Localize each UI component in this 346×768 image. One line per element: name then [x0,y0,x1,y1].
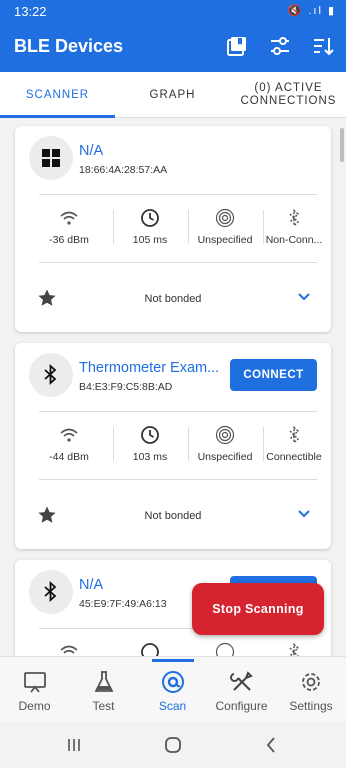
bluetooth-icon [44,581,57,603]
device-avatar [29,353,73,397]
connect-button[interactable]: CONNECT [230,359,317,391]
tools-icon [229,671,253,691]
metric-interval [114,642,186,656]
signal-icon [60,211,78,225]
nav-item-label: Demo [18,699,51,713]
interval-value: 105 ms [132,234,168,246]
divider [39,262,317,263]
tx-power-icon [215,642,235,656]
device-list[interactable]: N/A 18:66:4A:28:57:AA -36 dBm 105 ms Uns… [0,118,346,656]
sort-icon[interactable] [311,34,335,58]
tab-bar: SCANNER GRAPH (0) ACTIVE CONNECTIONS [0,72,346,118]
device-name: N/A [79,577,104,593]
chevron-down-icon[interactable] [297,509,311,519]
rssi-value: -44 dBm [49,451,89,463]
connectable-value: Non-Conn... [265,234,323,246]
clock-icon [141,643,159,656]
divider [39,479,317,480]
metric-connectable [264,642,324,656]
metric-tx-power: Unspecified [189,425,261,465]
nav-item-settings[interactable]: Settings [276,657,346,723]
tab-graph[interactable]: GRAPH [115,72,230,118]
device-card[interactable]: Thermometer Exam... B4:E3:F9:C5:8B:AD CO… [15,343,331,549]
system-navigation-bar [0,722,346,768]
nav-item-demo[interactable]: Demo [0,657,69,723]
monitor-icon [23,672,46,693]
metric-rssi: -36 dBm [33,208,105,248]
device-name: N/A [79,143,104,159]
clock-icon [141,426,159,444]
recents-icon[interactable] [64,735,84,755]
signal-icon [60,645,78,654]
app-bar: BLE Devices [0,22,346,72]
chevron-down-icon[interactable] [297,292,311,302]
connectable-value: Connectible [266,451,322,463]
nav-item-label: Test [92,699,115,713]
bottom-navigation: Demo Test Scan Configure Settings [0,656,346,722]
device-name: Thermometer Exam... [79,360,220,376]
metric-tx-power [189,642,261,656]
rssi-value: -36 dBm [49,234,89,246]
clock-icon [141,209,159,227]
tab-scanner-label: SCANNER [25,88,90,101]
metric-interval: 105 ms [114,208,186,248]
signal-icon [60,428,78,442]
divider [39,411,317,412]
scrollbar[interactable] [340,128,344,162]
device-metrics [33,642,323,656]
tx-power-icon [215,425,235,445]
scan-icon [161,671,184,693]
nav-item-test[interactable]: Test [69,657,138,723]
metric-connectable: Connectible [264,425,324,465]
status-bar: 13:22 🔇 .ıl ▮ [0,0,346,22]
device-mac-address: 18:66:4A:28:57:AA [79,164,168,176]
metric-rssi: -44 dBm [33,425,105,465]
tx-power-value: Unspecified [197,451,253,463]
device-mac-address: B4:E3:F9:C5:8B:AD [79,381,173,393]
tx-power-icon [215,208,235,228]
interval-value: 103 ms [132,451,168,463]
device-metrics: -36 dBm 105 ms Unspecified Non-Conn... [33,208,323,248]
metric-interval: 103 ms [114,425,186,465]
device-metrics: -44 dBm 103 ms Unspecified Connectible [33,425,323,465]
bond-status: Not bonded [144,510,202,522]
home-icon[interactable] [163,735,183,755]
nav-item-label: Settings [289,699,333,713]
metric-connectable: Non-Conn... [264,208,324,248]
tab-active-connections[interactable]: (0) ACTIVE CONNECTIONS [231,72,346,118]
bluetooth-icon [44,364,57,386]
bluetooth-connect-icon [289,425,300,445]
back-icon[interactable] [262,735,282,755]
bookmarks-icon[interactable] [226,34,250,58]
tab-scanner[interactable]: SCANNER [0,72,115,118]
page-title: BLE Devices [14,36,124,56]
tx-power-value: Unspecified [197,234,253,246]
tab-graph-label: GRAPH [149,88,196,101]
bluetooth-connect-icon [289,642,300,656]
device-card[interactable]: N/A 18:66:4A:28:57:AA -36 dBm 105 ms Uns… [15,126,331,332]
status-time: 13:22 [14,4,47,19]
flask-icon [94,671,113,692]
tab-active-connections-label: (0) ACTIVE CONNECTIONS [240,82,337,107]
status-icons: 🔇 .ıl ▮ [287,5,336,17]
filter-icon[interactable] [268,34,292,58]
windows-icon [42,149,60,167]
device-mac-address: 45:E9:7F:49:A6:13 [79,598,167,610]
nav-item-label: Scan [158,699,187,713]
stop-scanning-button[interactable]: Stop Scanning [192,583,324,635]
nav-item-scan[interactable]: Scan [138,657,207,723]
metric-rssi [33,642,105,656]
metric-tx-power: Unspecified [189,208,261,248]
bond-status: Not bonded [144,293,202,305]
device-avatar [29,136,73,180]
divider [39,194,317,195]
gear-icon [302,673,320,691]
nav-item-configure[interactable]: Configure [207,657,276,723]
bluetooth-disabled-icon [289,208,300,228]
nav-item-label: Configure [215,699,268,713]
device-avatar [29,570,73,614]
